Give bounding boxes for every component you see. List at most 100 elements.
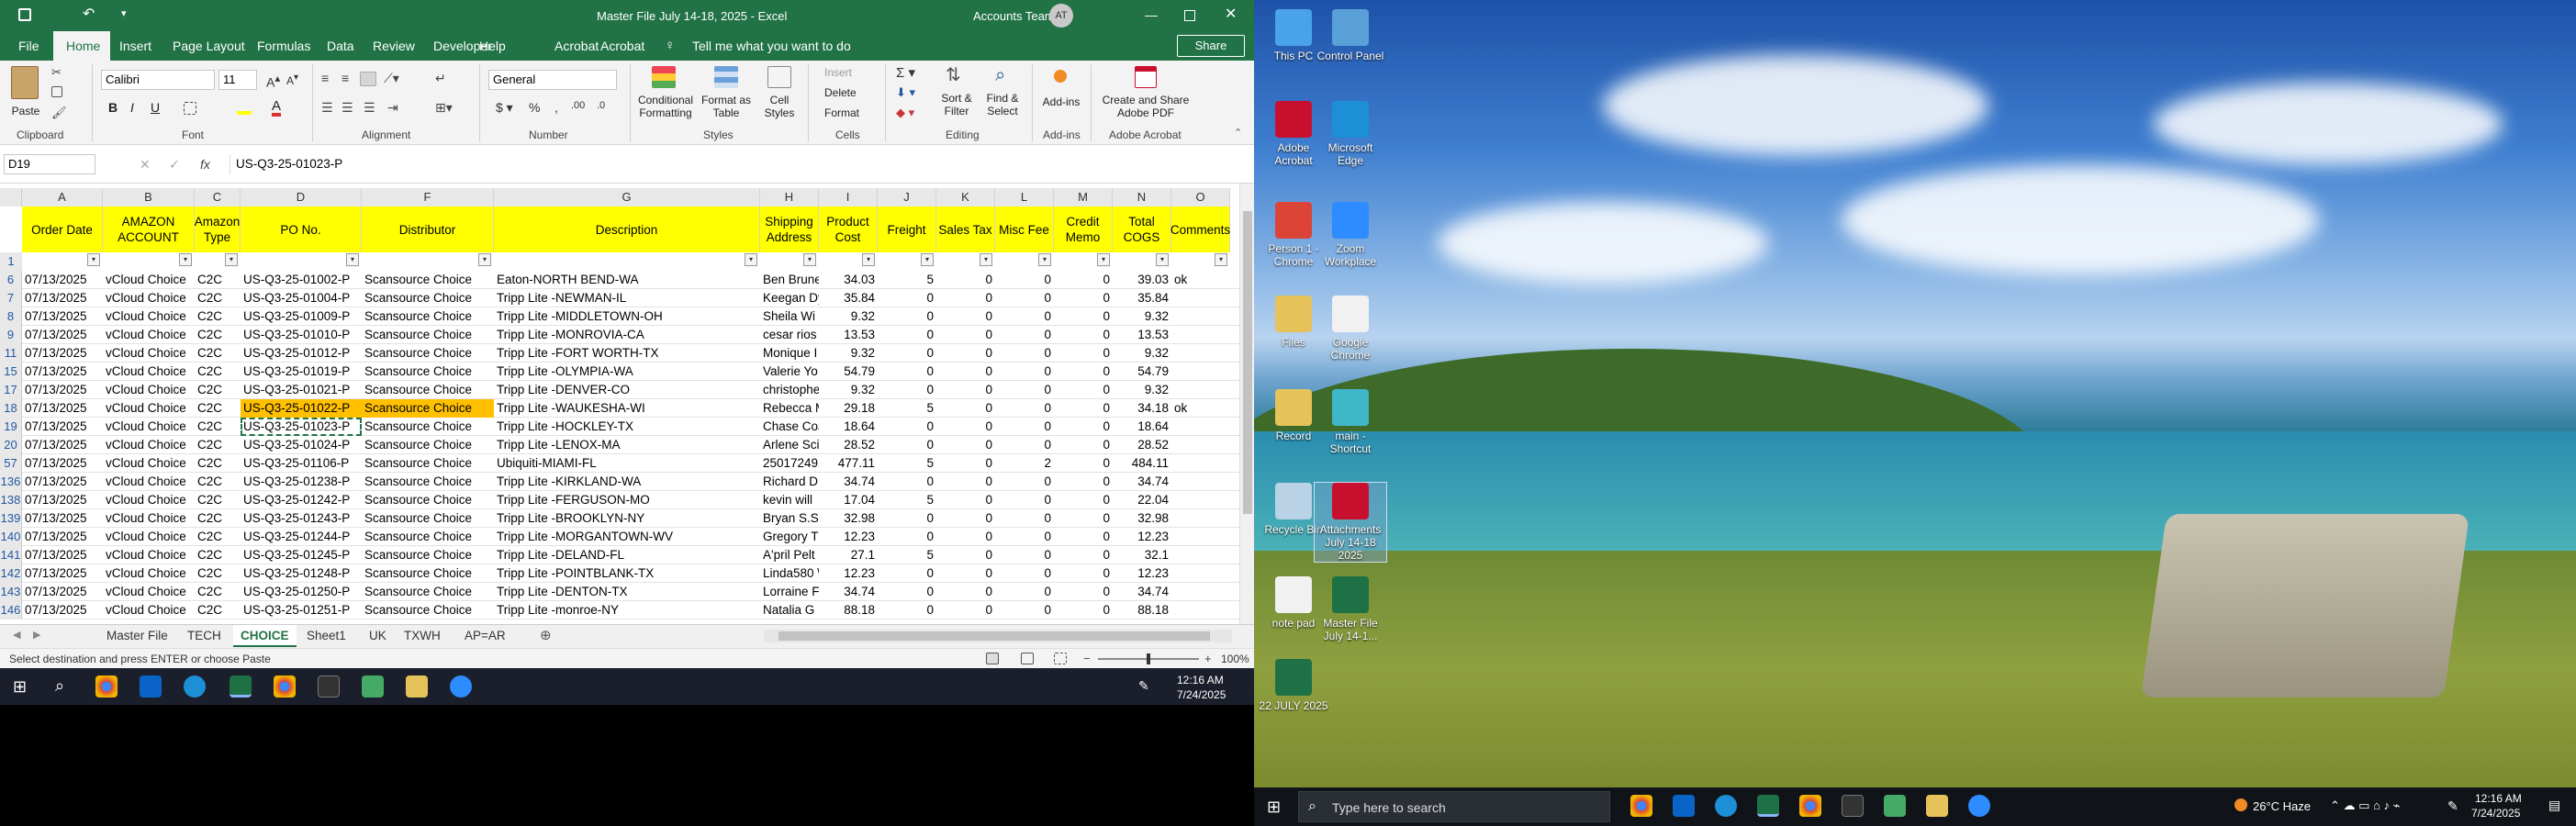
cell-type[interactable]: C2C: [195, 289, 241, 307]
start-icon[interactable]: ⊞: [1267, 798, 1281, 815]
cell-cost[interactable]: 17.04: [819, 491, 878, 509]
cell-dist[interactable]: Scansource Choice: [362, 509, 494, 528]
filter-dropdown-icon[interactable]: ▾: [1038, 253, 1051, 266]
cell-type[interactable]: C2C: [195, 509, 241, 528]
table-header-cell[interactable]: Distributor: [362, 206, 494, 252]
cell-total[interactable]: 32.1: [1113, 546, 1171, 564]
sheet-tab[interactable]: Master File: [99, 625, 175, 647]
taskbar-search-box[interactable]: ⌕ Type here to search: [1298, 791, 1610, 822]
excel-taskbar-icon[interactable]: [1757, 795, 1779, 817]
conditional-formatting-button[interactable]: Conditional Formatting: [635, 94, 696, 119]
cell-acct[interactable]: vCloud Choice: [103, 454, 195, 473]
cell-misc[interactable]: 2: [995, 454, 1054, 473]
cell-misc[interactable]: 0: [995, 583, 1054, 601]
cell-date[interactable]: 07/13/2025: [22, 326, 103, 344]
table-header-cell[interactable]: Amazon Type: [195, 206, 241, 252]
calculator-taskbar-icon[interactable]: [362, 675, 384, 698]
minimize-icon[interactable]: —: [1145, 8, 1158, 21]
column-header-n[interactable]: N: [1113, 188, 1171, 206]
cell-dist[interactable]: Scansource Choice: [362, 326, 494, 344]
cell-acct[interactable]: vCloud Choice: [103, 509, 195, 528]
cell-po[interactable]: US-Q3-25-01238-P: [241, 473, 362, 491]
cell-type[interactable]: C2C: [195, 546, 241, 564]
cell-dist[interactable]: Scansource Choice: [362, 307, 494, 326]
cell-acct[interactable]: vCloud Choice: [103, 289, 195, 307]
cell-freight[interactable]: 0: [878, 363, 936, 381]
cell-cost[interactable]: 29.18: [819, 399, 878, 418]
cell-po[interactable]: US-Q3-25-01004-P: [241, 289, 362, 307]
cell-desc[interactable]: Tripp Lite -BROOKLYN-NY: [494, 509, 760, 528]
cell-cost[interactable]: 9.32: [819, 381, 878, 399]
cell-type[interactable]: C2C: [195, 344, 241, 363]
cell-desc[interactable]: Tripp Lite -FORT WORTH-TX: [494, 344, 760, 363]
cell-credit[interactable]: 0: [1054, 271, 1113, 289]
cell-dist[interactable]: Scansource Choice: [362, 583, 494, 601]
table-header-cell[interactable]: Freight: [878, 206, 936, 252]
zoom-taskbar-icon[interactable]: [450, 675, 472, 698]
desktop-icon[interactable]: Master File July 14-1...: [1315, 576, 1386, 642]
cell-styles-icon[interactable]: [767, 66, 791, 88]
table-header-cell[interactable]: Misc Fee: [995, 206, 1054, 252]
insert-function-icon[interactable]: fx: [200, 158, 210, 171]
cell-dist[interactable]: Scansource Choice: [362, 418, 494, 436]
column-header-o[interactable]: O: [1171, 188, 1230, 206]
cell-total[interactable]: 18.64: [1113, 418, 1171, 436]
column-header-f[interactable]: F: [362, 188, 494, 206]
column-header-j[interactable]: J: [878, 188, 936, 206]
cell-ship[interactable]: kevin will: [760, 491, 819, 509]
grow-font-icon[interactable]: A▴: [266, 73, 280, 89]
cell-comment[interactable]: [1171, 601, 1230, 620]
spreadsheet-grid[interactable]: ABCDFGHIJKLMNO Order Date ▾ AMAZON ACCOUNT…: [0, 184, 1254, 624]
find-select-button[interactable]: Find & Select: [982, 92, 1023, 117]
cell-po[interactable]: US-Q3-25-01023-P: [241, 418, 362, 436]
cell-date[interactable]: 07/13/2025: [22, 473, 103, 491]
cell-ship[interactable]: Keegan Dy: [760, 289, 819, 307]
cell-misc[interactable]: 0: [995, 418, 1054, 436]
close-icon[interactable]: ✕: [1225, 7, 1237, 22]
cell-tax[interactable]: 0: [936, 381, 995, 399]
tab-formulas[interactable]: Formulas: [257, 31, 310, 61]
cell-misc[interactable]: 0: [995, 344, 1054, 363]
cell-acct[interactable]: vCloud Choice: [103, 344, 195, 363]
zoom-slider-thumb[interactable]: [1147, 653, 1150, 664]
cell-tax[interactable]: 0: [936, 491, 995, 509]
filter-dropdown-icon[interactable]: ▾: [980, 253, 992, 266]
comma-icon[interactable]: ,: [554, 101, 558, 114]
select-all-corner[interactable]: [0, 188, 22, 206]
tab-file[interactable]: File: [18, 31, 39, 61]
cell-dist[interactable]: Scansource Choice: [362, 271, 494, 289]
addins-icon[interactable]: [1054, 70, 1067, 83]
vertical-scrollbar[interactable]: [1239, 184, 1254, 624]
cell-desc[interactable]: Ubiquiti-MIAMI-FL: [494, 454, 760, 473]
row-number[interactable]: 11: [0, 344, 22, 363]
cell-acct[interactable]: vCloud Choice: [103, 326, 195, 344]
row-number[interactable]: 57: [0, 454, 22, 473]
cell-total[interactable]: 34.18: [1113, 399, 1171, 418]
cell-type[interactable]: C2C: [195, 436, 241, 454]
sheet-tab[interactable]: Sheet1: [299, 625, 353, 647]
font-name-select[interactable]: Calibri: [101, 70, 215, 90]
cell-credit[interactable]: 0: [1054, 528, 1113, 546]
align-top-icon[interactable]: ≡: [321, 72, 329, 84]
cell-freight[interactable]: 0: [878, 601, 936, 620]
align-bottom-icon[interactable]: [360, 72, 376, 86]
cell-po[interactable]: US-Q3-25-01022-P: [241, 399, 362, 418]
cell-cost[interactable]: 35.84: [819, 289, 878, 307]
cell-po[interactable]: US-Q3-25-01244-P: [241, 528, 362, 546]
cell-tax[interactable]: 0: [936, 271, 995, 289]
cell-desc[interactable]: Tripp Lite -MONROVIA-CA: [494, 326, 760, 344]
column-header-d[interactable]: D: [241, 188, 362, 206]
cell-comment[interactable]: [1171, 436, 1230, 454]
filter-dropdown-icon[interactable]: ▾: [862, 253, 875, 266]
cell-tax[interactable]: 0: [936, 289, 995, 307]
cell-misc[interactable]: 0: [995, 528, 1054, 546]
sheet-tab[interactable]: TXWH: [397, 625, 448, 647]
clear-icon[interactable]: ◆ ▾: [896, 106, 914, 118]
tab-developer[interactable]: Help: [479, 31, 506, 61]
cell-type[interactable]: C2C: [195, 381, 241, 399]
cell-dist[interactable]: Scansource Choice: [362, 601, 494, 620]
account-name[interactable]: Accounts Team: [973, 10, 1055, 22]
cell-total[interactable]: 484.11: [1113, 454, 1171, 473]
cell-ship[interactable]: Monique I: [760, 344, 819, 363]
cell-ship[interactable]: 250172492: [760, 454, 819, 473]
